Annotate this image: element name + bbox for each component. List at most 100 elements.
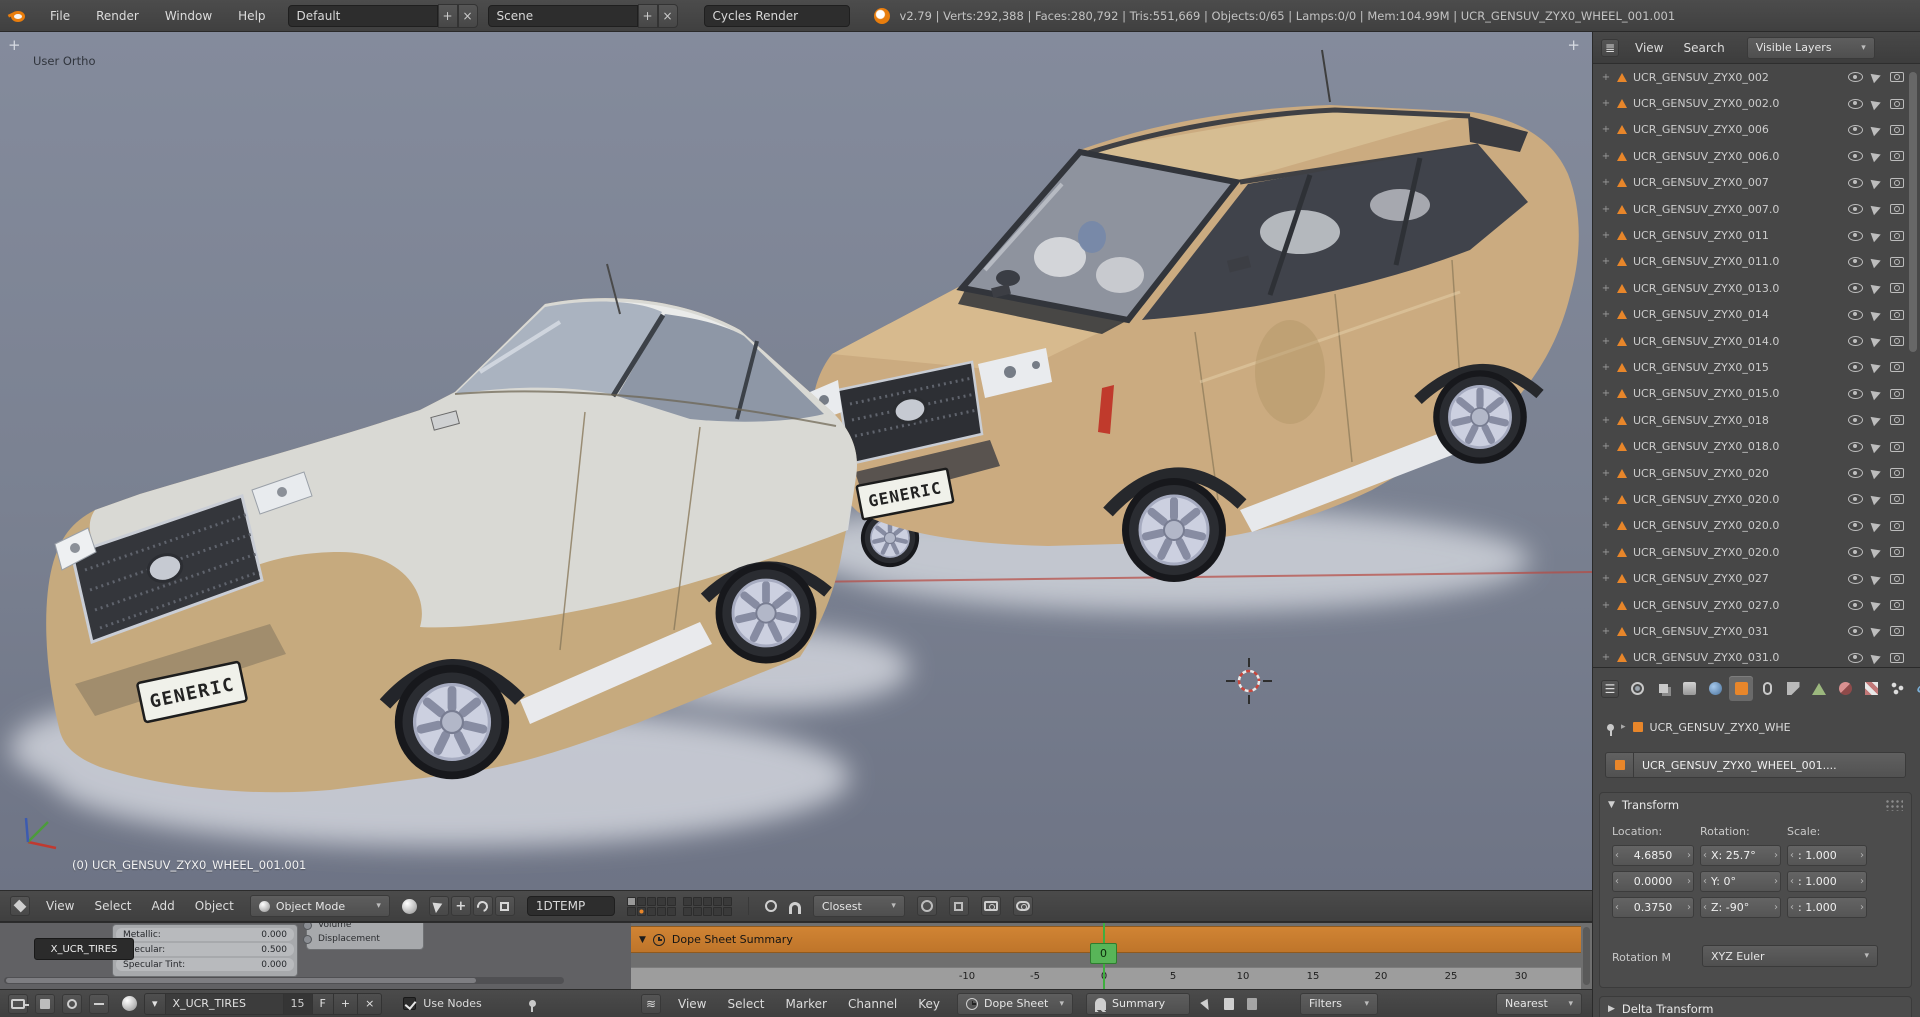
visibility-eye-icon[interactable]: [1848, 389, 1863, 399]
visibility-eye-icon[interactable]: [1848, 151, 1863, 161]
timeline-ruler[interactable]: -10-5051015202530: [631, 967, 1581, 989]
renderability-camera-icon[interactable]: [1890, 547, 1904, 557]
viewport-canvas[interactable]: GENERIC: [0, 32, 1592, 890]
layer-grid-2[interactable]: [683, 897, 732, 916]
shader-node[interactable]: Metallic: 0.000 Specular: 0.500 Specular…: [112, 924, 298, 977]
manipulator-pointer-icon[interactable]: [429, 896, 449, 916]
location-z-field[interactable]: 0.3750: [1612, 897, 1694, 918]
view3d-menu-add[interactable]: Add: [148, 899, 179, 913]
renderability-camera-icon[interactable]: [1890, 72, 1904, 82]
output-node[interactable]: Volume Displacement: [306, 922, 424, 950]
renderability-camera-icon[interactable]: [1890, 494, 1904, 504]
selectability-arrow-icon[interactable]: [1871, 177, 1883, 189]
tab-render-icon[interactable]: [1625, 676, 1649, 701]
tab-scene-icon[interactable]: [1677, 676, 1701, 701]
expand-icon[interactable]: [1601, 520, 1611, 531]
use-nodes-checkbox[interactable]: [403, 997, 416, 1010]
visibility-eye-icon[interactable]: [1848, 626, 1863, 636]
node-editor-panel[interactable]: Metallic: 0.000 Specular: 0.500 Specular…: [0, 922, 631, 989]
selectability-arrow-icon[interactable]: [1871, 97, 1883, 109]
add-scene-button[interactable]: +: [638, 4, 658, 28]
delta-transform-header[interactable]: ▶ Delta Transform: [1600, 997, 1911, 1017]
paste-keyframes-icon[interactable]: [1247, 998, 1257, 1010]
node-socket-row[interactable]: Volume: [310, 922, 420, 932]
tab-data-icon[interactable]: [1807, 676, 1831, 701]
tab-physics-icon[interactable]: [1911, 676, 1920, 701]
dope-menu-key[interactable]: Key: [914, 997, 944, 1011]
node-slider[interactable]: Metallic: 0.000: [116, 928, 294, 941]
snap-mode-dropdown[interactable]: Nearest▾: [1496, 993, 1582, 1015]
opengl-render-still-icon[interactable]: [981, 896, 1001, 916]
snap-magnet-icon[interactable]: [789, 902, 801, 914]
car-left[interactable]: GENERIC: [46, 264, 857, 792]
filters-dropdown[interactable]: Filters▾: [1300, 993, 1378, 1015]
renderability-camera-icon[interactable]: [1890, 310, 1904, 320]
copy-keyframes-icon[interactable]: [1224, 998, 1234, 1010]
view3d-menu-select[interactable]: Select: [90, 899, 135, 913]
layer-grid-1[interactable]: [627, 897, 676, 916]
expand-icon[interactable]: [1601, 283, 1611, 294]
current-frame-badge[interactable]: 0: [1090, 943, 1117, 964]
selectability-arrow-icon[interactable]: [1871, 440, 1883, 452]
expand-icon[interactable]: [1601, 309, 1611, 320]
node-pin-icon[interactable]: [529, 1000, 536, 1007]
material-name-field[interactable]: X_UCR_TIRES: [166, 993, 284, 1015]
renderability-camera-icon[interactable]: [1890, 204, 1904, 214]
blender-logo-icon[interactable]: [8, 6, 28, 26]
visibility-eye-icon[interactable]: [1848, 72, 1863, 82]
selectability-arrow-icon[interactable]: [1871, 467, 1883, 479]
renderability-camera-icon[interactable]: [1890, 257, 1904, 267]
outliner-row[interactable]: UCR_GENSUV_ZYX0_031: [1593, 618, 1920, 644]
outliner-menu-view[interactable]: View: [1631, 41, 1667, 55]
expand-icon[interactable]: [1601, 256, 1611, 267]
delete-screen-button[interactable]: ×: [458, 4, 478, 28]
selectability-arrow-icon[interactable]: [1871, 71, 1883, 83]
dope-menu-view[interactable]: View: [674, 997, 710, 1011]
visibility-eye-icon[interactable]: [1848, 257, 1863, 267]
expand-icon[interactable]: [1601, 573, 1611, 584]
menu-help[interactable]: Help: [234, 9, 269, 23]
renderability-camera-icon[interactable]: [1890, 521, 1904, 531]
transform-panel-header[interactable]: ▼ Transform: [1600, 793, 1911, 817]
outliner-row[interactable]: UCR_GENSUV_ZYX0_015: [1593, 354, 1920, 380]
outliner-editor-type-icon[interactable]: ≣: [1601, 39, 1619, 57]
tab-object-icon[interactable]: [1729, 676, 1753, 701]
renderability-camera-icon[interactable]: [1890, 442, 1904, 452]
selectability-arrow-icon[interactable]: [1871, 150, 1883, 162]
expand-icon[interactable]: [1601, 177, 1611, 188]
visibility-eye-icon[interactable]: [1848, 547, 1863, 557]
outliner-row[interactable]: UCR_GENSUV_ZYX0_007: [1593, 170, 1920, 196]
renderability-camera-icon[interactable]: [1890, 283, 1904, 293]
rotation-z-field[interactable]: Z: -90°: [1700, 897, 1781, 918]
outliner-row[interactable]: UCR_GENSUV_ZYX0_013.0: [1593, 275, 1920, 301]
shader-tree-object-icon[interactable]: [35, 994, 55, 1014]
transform-orientation-field[interactable]: 1DTEMP: [527, 896, 615, 916]
node-socket-row[interactable]: Displacement: [310, 932, 420, 946]
render-border-icon[interactable]: [917, 896, 937, 916]
selectability-arrow-icon[interactable]: [1871, 308, 1883, 320]
expand-icon[interactable]: [1601, 362, 1611, 373]
renderability-camera-icon[interactable]: [1890, 600, 1904, 610]
delete-scene-button[interactable]: ×: [658, 4, 678, 28]
outliner-row[interactable]: UCR_GENSUV_ZYX0_014: [1593, 302, 1920, 328]
view3d-menu-object[interactable]: Object: [191, 899, 238, 913]
scene-field[interactable]: Scene: [488, 5, 638, 27]
outliner-row[interactable]: UCR_GENSUV_ZYX0_020.0: [1593, 539, 1920, 565]
outliner-row[interactable]: UCR_GENSUV_ZYX0_002: [1593, 64, 1920, 90]
node-editor-type-icon[interactable]: [8, 994, 28, 1014]
outliner-row[interactable]: UCR_GENSUV_ZYX0_014.0: [1593, 328, 1920, 354]
outliner-scrollbar[interactable]: [1909, 72, 1917, 352]
panel-grip[interactable]: [1885, 799, 1903, 811]
node-slider[interactable]: Specular: 0.500: [116, 943, 294, 956]
selectability-arrow-icon[interactable]: [1871, 256, 1883, 268]
screen-layout-field[interactable]: Default: [288, 5, 438, 27]
expand-icon[interactable]: [1601, 547, 1611, 558]
tab-world-icon[interactable]: [1703, 676, 1727, 701]
renderability-camera-icon[interactable]: [1890, 468, 1904, 478]
expand-icon[interactable]: [1601, 204, 1611, 215]
visibility-eye-icon[interactable]: [1848, 283, 1863, 293]
dope-scrollbar[interactable]: [1583, 927, 1590, 985]
visibility-eye-icon[interactable]: [1848, 231, 1863, 241]
selectability-arrow-icon[interactable]: [1871, 229, 1883, 241]
menu-window[interactable]: Window: [161, 9, 216, 23]
